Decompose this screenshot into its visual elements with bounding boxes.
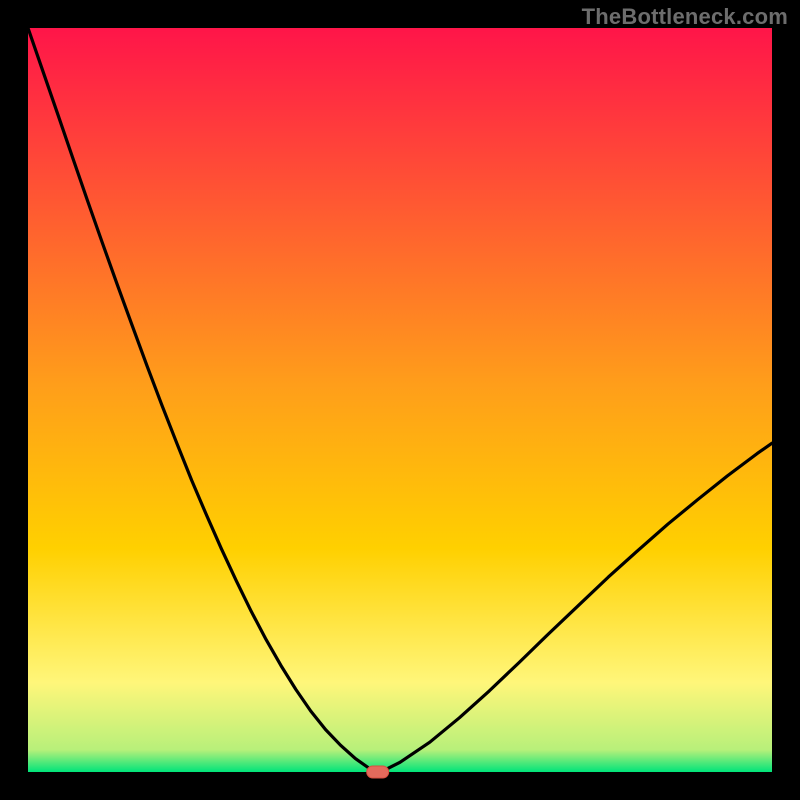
plot-background	[28, 28, 772, 772]
optimum-marker	[367, 766, 389, 778]
bottleneck-chart	[0, 0, 800, 800]
watermark-text: TheBottleneck.com	[582, 4, 788, 30]
chart-frame: { "watermark": "TheBottleneck.com", "col…	[0, 0, 800, 800]
